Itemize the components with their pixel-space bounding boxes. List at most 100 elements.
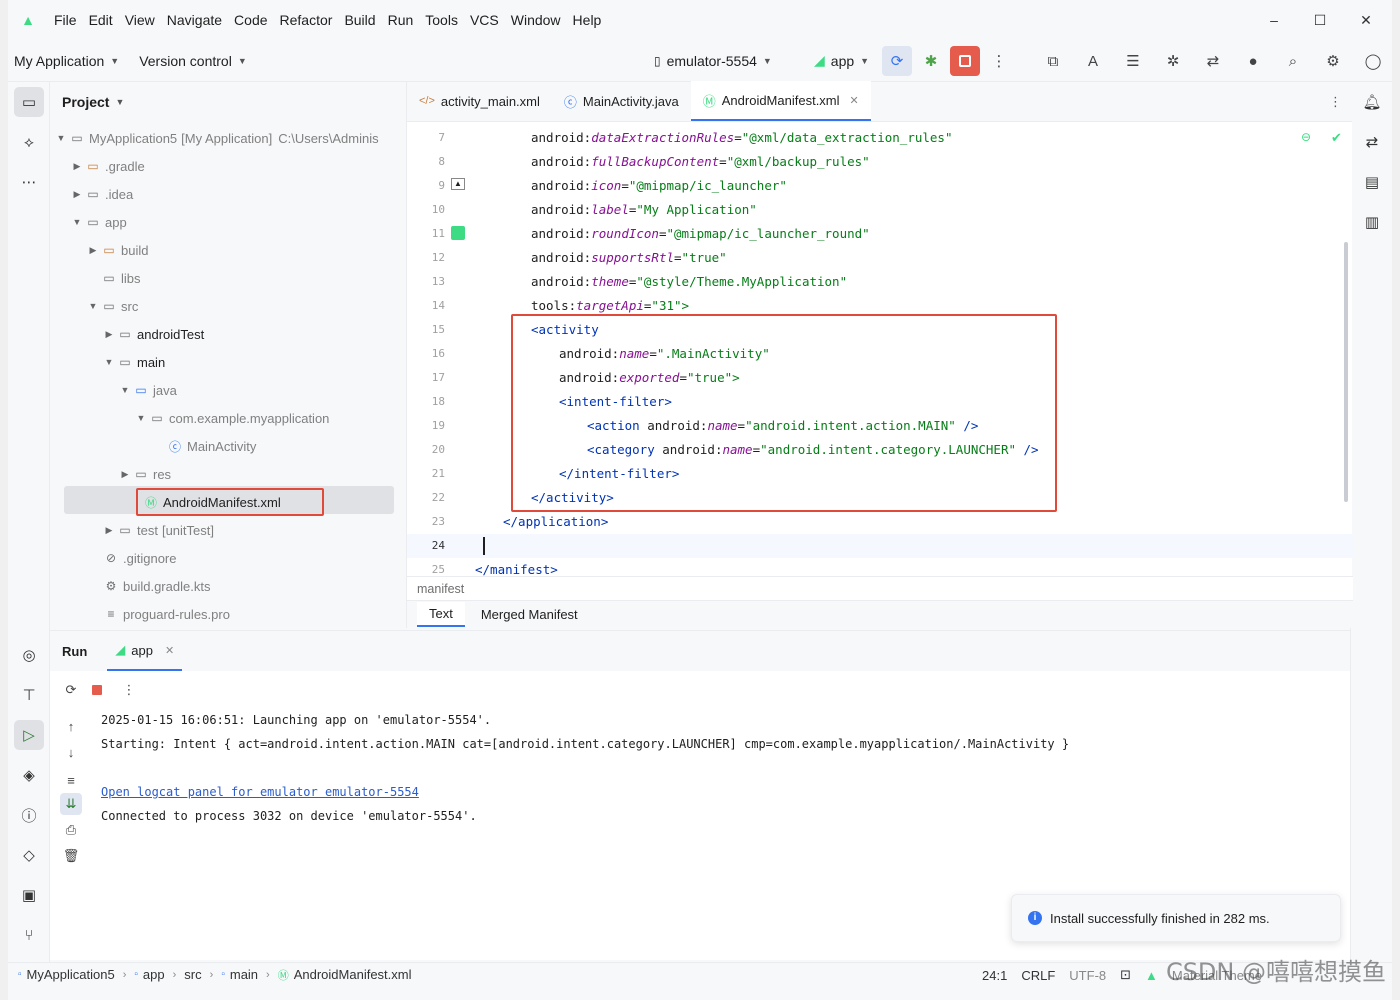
stop-run-icon[interactable] xyxy=(86,679,108,701)
tree-item-root[interactable]: ▼ ▭ MyApplication5 [My Application] C:\U… xyxy=(54,124,379,152)
file-encoding[interactable]: UTF-8 xyxy=(1069,968,1106,983)
bug-report-icon[interactable]: ✲ xyxy=(1158,46,1188,76)
resource-manager-icon[interactable]: ⟡ xyxy=(14,127,44,157)
scroll-down-icon[interactable]: ↓ xyxy=(60,741,82,763)
menu-navigate[interactable]: Navigate xyxy=(161,12,228,28)
minimize-icon[interactable]: – xyxy=(1264,10,1284,30)
version-control-menu[interactable]: Version control ▼ xyxy=(133,53,253,69)
gradle-icon[interactable]: ⇄ xyxy=(1357,127,1387,157)
app-inspection-icon[interactable]: ◈ xyxy=(14,760,44,790)
breadcrumb-app[interactable]: ▫ app xyxy=(134,967,164,982)
rerun-icon[interactable]: ⟳ xyxy=(60,679,82,701)
stop-button[interactable] xyxy=(950,46,980,76)
tree-item-buildgradle[interactable]: ⚙ build.gradle.kts xyxy=(102,572,211,600)
settings-gear-icon[interactable]: ⚙ xyxy=(1318,46,1348,76)
tree-item-build[interactable]: ▶ ▭ build xyxy=(86,236,149,264)
tree-item-app[interactable]: ▼ ▭ app xyxy=(70,208,127,236)
menu-code[interactable]: Code xyxy=(228,12,273,28)
tree-item-gradle[interactable]: ▶ ▭ .gradle xyxy=(70,152,145,180)
tree-item-src[interactable]: ▼ ▭ src xyxy=(86,292,139,320)
translate-icon[interactable]: A xyxy=(1078,46,1108,76)
tree-item-main[interactable]: ▼ ▭ main xyxy=(102,348,166,376)
device-file-explorer-icon[interactable]: ▤ xyxy=(1357,167,1387,197)
account-icon[interactable]: ◯ xyxy=(1358,46,1388,76)
notifications-bell-icon[interactable]: 🔔︎ xyxy=(1357,87,1387,117)
scroll-up-icon[interactable]: ↑ xyxy=(60,715,82,737)
tree-item-proguard[interactable]: ≡ proguard-rules.pro xyxy=(102,600,229,628)
tab-text[interactable]: Text xyxy=(417,602,465,627)
project-selector[interactable]: My Application ▼ xyxy=(8,53,125,69)
search-icon[interactable]: ⌕ xyxy=(1278,46,1308,76)
install-notification[interactable]: i Install successfully finished in 282 m… xyxy=(1011,894,1341,942)
tree-item-java[interactable]: ▼ ▭ java xyxy=(118,376,177,404)
close-tab-icon[interactable]: ✕ xyxy=(165,644,174,657)
build-variants-icon[interactable]: ☰ xyxy=(1118,46,1148,76)
gemini-icon[interactable]: ● xyxy=(1238,46,1268,76)
more-options-icon[interactable]: ⋮ xyxy=(118,679,140,701)
tree-item-gitignore[interactable]: ⊘ .gitignore xyxy=(102,544,177,572)
checkmark-icon[interactable]: ✔ xyxy=(1331,130,1342,146)
project-view-selector[interactable]: Project ▼ xyxy=(50,82,404,122)
tab-androidmanifest-xml[interactable]: Ⓜ AndroidManifest.xml ✕ xyxy=(690,81,871,121)
tab-mainactivity-java[interactable]: ⓒ MainActivity.java xyxy=(552,81,691,121)
tree-item-res[interactable]: ▶ ▭ res xyxy=(118,460,172,488)
menu-run[interactable]: Run xyxy=(382,12,420,28)
tree-item-idea[interactable]: ▶ ▭ .idea xyxy=(70,180,134,208)
close-window-icon[interactable]: ✕ xyxy=(1356,10,1376,30)
clear-trash-icon[interactable]: 🗑︎ xyxy=(60,845,82,867)
inspection-ok-icon[interactable]: ⊖ xyxy=(1301,130,1311,144)
debug-icon[interactable]: ✱ xyxy=(916,46,946,76)
menu-tools[interactable]: Tools xyxy=(419,12,464,28)
more-actions-icon[interactable]: ⋮ xyxy=(984,46,1014,76)
scroll-to-end-icon[interactable]: ⇊ xyxy=(60,793,82,815)
line-separator[interactable]: CRLF xyxy=(1021,968,1055,983)
terminal-icon[interactable]: ▣ xyxy=(14,880,44,910)
apply-changes-restart-icon[interactable]: ⟳ xyxy=(882,46,912,76)
close-tab-icon[interactable]: ✕ xyxy=(850,94,859,107)
code-line-7[interactable]: android:dataExtractionRules="@xml/data_e… xyxy=(531,126,952,150)
menu-help[interactable]: Help xyxy=(567,12,608,28)
tree-item-package[interactable]: ▼ ▭ com.example.myapplication xyxy=(134,404,330,432)
tree-item-androidtest[interactable]: ▶ ▭ androidTest xyxy=(102,320,205,348)
tab-activity-main-xml[interactable]: </> activity_main.xml xyxy=(407,81,552,121)
caret-position[interactable]: 24:1 xyxy=(982,968,1007,983)
tab-merged-manifest[interactable]: Merged Manifest xyxy=(469,603,590,626)
tree-item-test[interactable]: ▶ ▭ test [unitTest] xyxy=(102,516,214,544)
soft-wrap-icon[interactable]: ≡ xyxy=(60,769,82,791)
menu-edit[interactable]: Edit xyxy=(83,12,119,28)
editor-scrollbar[interactable] xyxy=(1344,242,1348,502)
menu-file[interactable]: File xyxy=(48,12,83,28)
tree-item-mainactivity[interactable]: ⓒ MainActivity xyxy=(166,432,256,460)
breadcrumb-src[interactable]: src xyxy=(184,967,201,982)
app-quality-insights-icon[interactable]: ◇ xyxy=(14,840,44,870)
tree-item-libs[interactable]: ▭ libs xyxy=(86,264,140,292)
code-line-9[interactable]: android:icon="@mipmap/ic_launcher" xyxy=(531,174,787,198)
run-config-selector[interactable]: ◢ app ▼ xyxy=(808,52,875,69)
editor-breadcrumb[interactable]: manifest xyxy=(407,576,1353,600)
maximize-icon[interactable]: ☐ xyxy=(1310,10,1330,30)
breadcrumb-project[interactable]: ▫ MyApplication5 xyxy=(18,967,115,982)
logcat-icon[interactable]: ◎ xyxy=(14,640,44,670)
menu-build[interactable]: Build xyxy=(338,12,381,28)
menu-refactor[interactable]: Refactor xyxy=(274,12,339,28)
tab-options-icon[interactable]: ⋮ xyxy=(1329,94,1342,110)
open-logcat-link[interactable]: Open logcat panel for emulator emulator-… xyxy=(101,785,419,799)
device-manager-icon[interactable]: ⧉ xyxy=(1038,46,1068,76)
print-icon[interactable]: ⎙ xyxy=(60,819,82,841)
code-line-13[interactable]: android:theme="@style/Theme.MyApplicatio… xyxy=(531,270,847,294)
breadcrumb-manifest[interactable]: Ⓜ AndroidManifest.xml xyxy=(278,967,412,983)
code-line-11[interactable]: android:roundIcon="@mipmap/ic_launcher_r… xyxy=(531,222,870,246)
readonly-toggle-icon[interactable]: ⊡ xyxy=(1120,967,1131,983)
run-tool-icon[interactable]: ▷ xyxy=(14,720,44,750)
code-line-12[interactable]: android:supportsRtl="true" xyxy=(531,246,727,270)
menu-vcs[interactable]: VCS xyxy=(464,12,505,28)
image-preview-icon[interactable]: ▲ xyxy=(451,178,465,190)
running-devices-icon[interactable]: ▥ xyxy=(1357,207,1387,237)
more-tools-icon[interactable]: ⋯ xyxy=(14,167,44,197)
code-line-8[interactable]: android:fullBackupContent="@xml/backup_r… xyxy=(531,150,870,174)
breadcrumb-main[interactable]: ▫ main xyxy=(221,967,258,982)
menu-view[interactable]: View xyxy=(119,12,161,28)
gradle-sync-icon[interactable]: ⇄ xyxy=(1198,46,1228,76)
android-launcher-icon[interactable] xyxy=(451,226,465,240)
code-line-23[interactable]: </application> xyxy=(503,510,608,534)
